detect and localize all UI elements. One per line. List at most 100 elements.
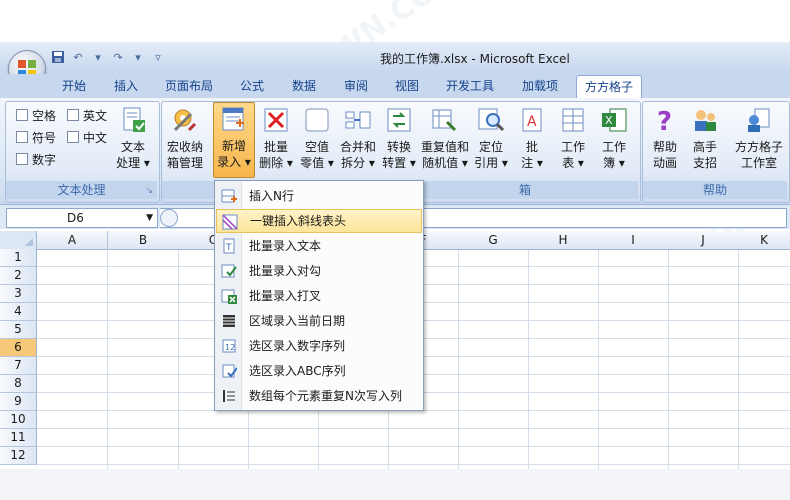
formula-expand-icon[interactable] xyxy=(160,209,178,227)
checkbox-symbol[interactable]: 符号 xyxy=(16,129,56,146)
dropdown-arrow-icon[interactable]: ▾ xyxy=(90,50,106,66)
tab-insert[interactable]: 插入 xyxy=(114,74,138,98)
menu-item-current-date[interactable]: 区域录入当前日期 xyxy=(216,309,422,333)
new-entry-button[interactable]: 新增 录入 ▾ xyxy=(213,102,255,178)
row-header[interactable]: 6 xyxy=(0,339,37,357)
dialog-launcher-icon[interactable]: ↘ xyxy=(146,186,153,195)
expert-tips-button[interactable]: 高手 支招 xyxy=(685,104,725,176)
gridline xyxy=(37,464,790,465)
diagonal-header-icon xyxy=(222,214,238,230)
svg-text:12: 12 xyxy=(225,343,235,352)
transpose-icon xyxy=(387,108,411,132)
excel-workbook-icon: X xyxy=(602,108,627,132)
tab-formulas[interactable]: 公式 xyxy=(240,74,264,98)
bottom-area xyxy=(0,469,790,500)
row-header[interactable]: 1 xyxy=(0,249,37,267)
menu-item-batch-text[interactable]: T 批量录入文本 xyxy=(216,234,422,258)
comment-button[interactable]: A 批注 ▾ xyxy=(512,104,552,176)
merge-split-button[interactable]: 合并和 拆分 ▾ xyxy=(337,104,379,176)
comment-icon: A xyxy=(522,108,542,132)
dropdown-arrow-icon[interactable]: ▾ xyxy=(130,50,146,66)
select-all-corner[interactable] xyxy=(0,231,37,250)
column-header[interactable]: A xyxy=(37,231,108,250)
tab-view[interactable]: 视图 xyxy=(395,74,419,98)
column-header[interactable]: J xyxy=(668,231,739,250)
menu-item-repeat-array[interactable]: 数组每个元素重复N次写入列 xyxy=(216,384,422,408)
quick-access-toolbar: ↶ ▾ ↷ ▾ ▿ xyxy=(50,50,166,68)
row-header[interactable]: 3 xyxy=(0,285,37,303)
column-header[interactable]: H xyxy=(528,231,599,250)
row-header[interactable]: 9 xyxy=(0,393,37,411)
column-header[interactable]: G xyxy=(458,231,529,250)
macro-box-button[interactable]: 宏收纳 箱管理 xyxy=(164,104,206,176)
checkbox-english[interactable]: 英文 xyxy=(67,107,107,124)
tab-review[interactable]: 审阅 xyxy=(344,74,368,98)
duplicate-random-icon xyxy=(432,109,457,132)
row-header[interactable]: 12 xyxy=(0,447,37,465)
customize-qat-icon[interactable]: ▿ xyxy=(150,50,166,66)
menu-item-diagonal-header[interactable]: 一键插入斜线表头 xyxy=(216,209,422,233)
save-icon[interactable] xyxy=(50,50,66,66)
new-entry-icon xyxy=(222,107,244,131)
row-header[interactable]: 2 xyxy=(0,267,37,285)
cross-mark-icon xyxy=(221,289,237,304)
dropdown-arrow-icon[interactable]: ▼ xyxy=(146,209,153,227)
redo-icon[interactable]: ↷ xyxy=(110,50,126,66)
tab-page-layout[interactable]: 页面布局 xyxy=(165,74,213,98)
tab-fangfang[interactable]: 方方格子 xyxy=(576,75,643,99)
menu-item-batch-check[interactable]: 批量录入对勾 xyxy=(216,259,422,283)
number-sequence-icon: 12 xyxy=(222,339,236,353)
row-header[interactable]: 4 xyxy=(0,303,37,321)
batch-delete-icon xyxy=(264,108,288,132)
tab-data[interactable]: 数据 xyxy=(292,74,316,98)
gridline xyxy=(37,446,790,447)
checkbox-number[interactable]: 数字 xyxy=(16,151,56,168)
studio-button[interactable]: 方方格子 工作室 xyxy=(733,104,785,176)
menu-item-insert-rows[interactable]: 插入N行 xyxy=(216,184,422,208)
undo-icon[interactable]: ↶ xyxy=(70,50,86,66)
merge-split-icon xyxy=(345,111,371,129)
gridline xyxy=(37,428,790,429)
name-box[interactable]: D6 ▼ xyxy=(6,208,158,228)
row-header[interactable]: 8 xyxy=(0,375,37,393)
help-animation-button[interactable]: ? 帮助 动画 xyxy=(645,104,685,176)
text-process-button[interactable]: 文本 处理 ▾ xyxy=(113,104,153,176)
svg-text:T: T xyxy=(225,243,232,253)
repeat-array-icon xyxy=(223,390,235,402)
expert-people-icon xyxy=(695,110,716,131)
checkbox-chinese[interactable]: 中文 xyxy=(67,129,107,146)
tab-addins[interactable]: 加载项 xyxy=(522,74,558,98)
batch-delete-button[interactable]: 批量 删除 ▾ xyxy=(256,104,296,176)
tab-developer[interactable]: 开发工具 xyxy=(446,74,494,98)
svg-text:A: A xyxy=(527,114,537,130)
menu-item-abc-sequence[interactable]: 选区录入ABC序列 xyxy=(216,359,422,383)
group-label-help: 帮助 xyxy=(643,181,787,199)
worksheet-button[interactable]: 工作表 ▾ xyxy=(553,104,593,176)
column-header[interactable]: K xyxy=(738,231,790,250)
row-header[interactable]: 5 xyxy=(0,321,37,339)
question-mark-icon: ? xyxy=(657,107,672,137)
tab-home[interactable]: 开始 xyxy=(62,74,86,98)
menu-item-number-sequence[interactable]: 12 选区录入数字序列 xyxy=(216,334,422,358)
studio-icon xyxy=(748,108,770,132)
column-header[interactable]: B xyxy=(108,231,179,250)
column-header[interactable]: I xyxy=(598,231,669,250)
new-entry-dropdown-menu: 插入N行 一键插入斜线表头 T 批量录入文本 批量录入对勾 批量录入打叉 区域录… xyxy=(214,180,424,411)
row-header[interactable]: 10 xyxy=(0,411,37,429)
workbook-button[interactable]: X 工作簿 ▾ xyxy=(594,104,634,176)
row-header[interactable]: 11 xyxy=(0,429,37,447)
svg-text:?: ? xyxy=(657,107,672,134)
svg-text:X: X xyxy=(605,114,613,127)
row-header[interactable]: 7 xyxy=(0,357,37,375)
text-process-icon xyxy=(123,107,145,132)
menu-item-batch-cross[interactable]: 批量录入打叉 xyxy=(216,284,422,308)
locate-magnifier-icon xyxy=(478,108,505,132)
abc-sequence-icon xyxy=(222,364,237,378)
empty-zero-button[interactable]: 空值 零值 ▾ xyxy=(297,104,337,176)
group-label-text: 文本处理 xyxy=(6,181,157,199)
checkbox-space[interactable]: 空格 xyxy=(16,107,56,124)
batch-text-icon: T xyxy=(223,238,235,254)
convert-transpose-button[interactable]: 转换 转置 ▾ xyxy=(379,104,419,176)
duplicate-random-button[interactable]: 重复值和 随机值 ▾ xyxy=(420,104,470,176)
locate-reference-button[interactable]: 定位 引用 ▾ xyxy=(471,104,511,176)
